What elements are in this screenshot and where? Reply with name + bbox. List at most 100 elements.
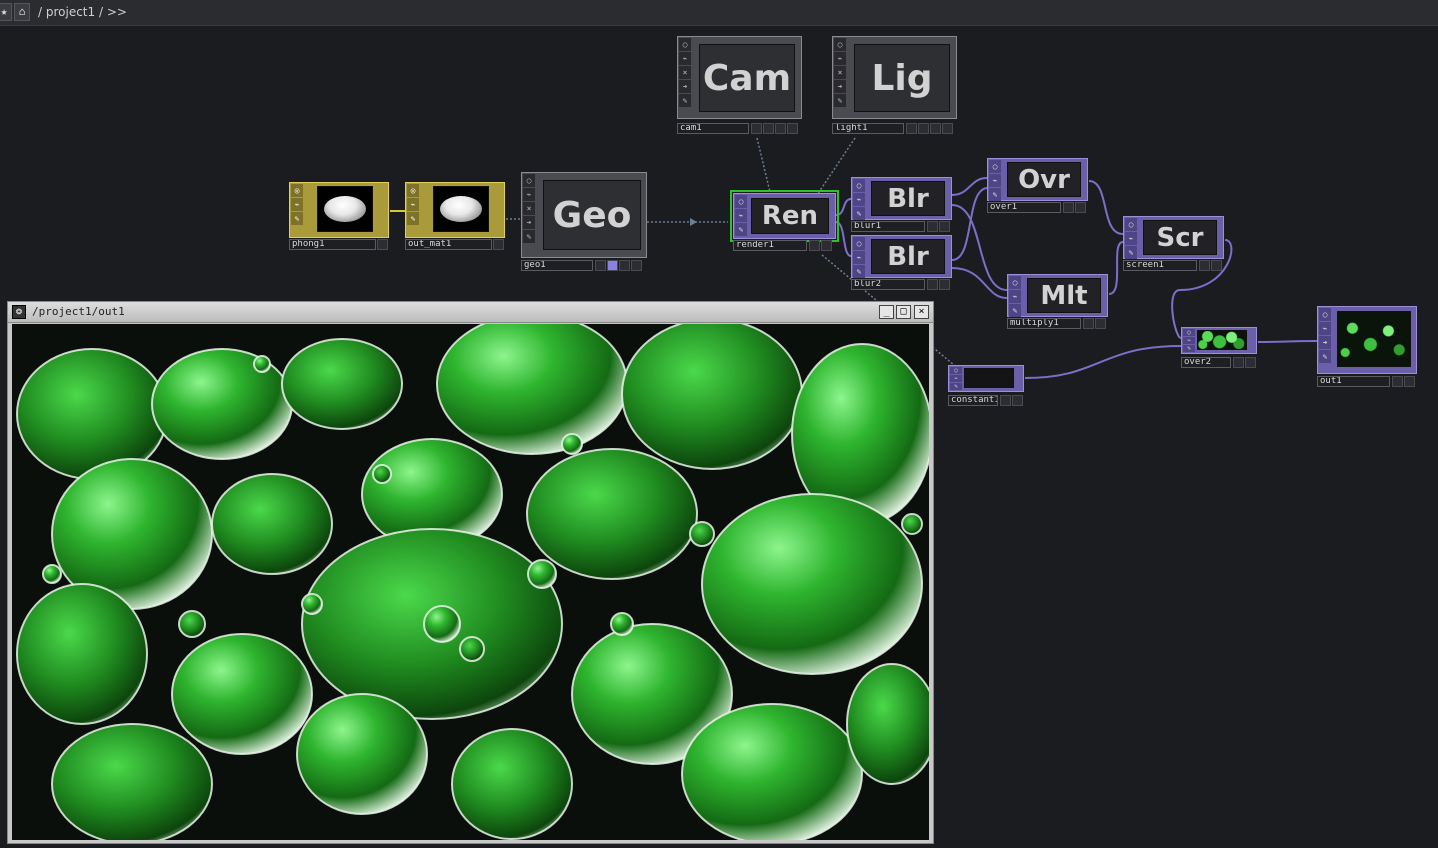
add-icon[interactable] [942,123,953,134]
display-flag-icon[interactable] [377,239,388,250]
node-label[interactable]: blur2 [851,279,925,290]
node-out1[interactable]: ○ ⌁ ➔ ✎ out1 [1317,306,1418,388]
node-blur2[interactable]: ○ ⌁ ✎ Blr blur2 [851,235,953,291]
close-button[interactable]: × [914,305,929,319]
viewer-flag-icon[interactable]: ○ [834,38,846,51]
node-label[interactable]: over1 [987,202,1061,213]
display-flag-icon[interactable] [595,260,606,271]
node-constant1[interactable]: ○ ⌁ ✎ constant1 [948,365,1025,407]
maximize-button[interactable]: □ [896,305,911,319]
node-label[interactable]: out_mat1 [405,239,492,250]
display-flag-icon[interactable] [927,279,938,290]
node-label[interactable]: render1 [733,240,807,251]
viewer-flag-icon[interactable]: ○ [1183,329,1195,336]
node-light1[interactable]: ○ ⌁ × ➔ ✎ Lig light1 [832,36,958,136]
close-icon[interactable]: × [523,202,535,215]
viewer-flag-icon[interactable]: ○ [1319,308,1331,321]
minimize-button[interactable]: _ [879,305,894,319]
pickable-flag-icon[interactable] [930,123,941,134]
wire-flag-icon[interactable]: ✎ [407,212,419,225]
node-label[interactable]: blur1 [851,221,925,232]
node-label[interactable]: light1 [832,123,904,134]
arrow-right-icon[interactable]: ➔ [834,80,846,93]
node-over1[interactable]: ○ ⌁ ✎ Ovr over1 [987,158,1089,214]
node-label[interactable]: geo1 [521,260,593,271]
add-icon[interactable] [821,240,832,251]
pickable-flag-icon[interactable] [619,260,630,271]
node-geo1[interactable]: ○ ⌁ × ➔ ✎ Geo geo1 [521,172,648,272]
bypass-flag-icon[interactable]: ⌁ [853,251,865,264]
add-icon[interactable] [1211,260,1222,271]
wire-flag-icon[interactable]: ✎ [523,230,535,243]
bypass-flag-icon[interactable]: ⌁ [1125,232,1137,245]
bypass-flag-icon[interactable]: ⌁ [291,198,303,211]
node-screen1[interactable]: ○ ⌁ ✎ Scr screen1 [1123,216,1225,272]
wire-flag-icon[interactable]: ✎ [950,383,962,390]
display-flag-icon[interactable] [927,221,938,232]
add-icon[interactable] [939,221,950,232]
arrow-right-icon[interactable]: ➔ [679,80,691,93]
viewer-flag-icon[interactable]: ○ [1009,276,1021,289]
display-flag-icon[interactable] [751,123,762,134]
node-blur1[interactable]: ○ ⌁ ✎ Blr blur1 [851,177,953,233]
node-out_mat1[interactable]: ◎ ⌁ ✎ out_mat1 [405,182,507,253]
display-flag-icon[interactable] [1392,376,1403,387]
bypass-flag-icon[interactable]: ⌁ [735,209,747,222]
bypass-flag-icon[interactable]: ⌁ [679,52,691,65]
wire-flag-icon[interactable]: ✎ [735,223,747,236]
wire-flag-icon[interactable]: ✎ [834,94,846,107]
bypass-flag-icon[interactable]: ⌁ [523,188,535,201]
viewer-flag-icon[interactable]: ○ [679,38,691,51]
viewer-flag-icon[interactable]: ○ [950,367,962,374]
display-flag-icon[interactable] [493,239,504,250]
node-phong1[interactable]: ◎ ⌁ ✎ phong1 [289,182,391,253]
render-flag-icon[interactable] [763,123,774,134]
add-icon[interactable] [1245,357,1256,368]
viewer-flag-icon[interactable]: ○ [735,195,747,208]
pickable-flag-icon[interactable] [775,123,786,134]
add-icon[interactable] [939,279,950,290]
viewer-flag-icon[interactable]: ○ [853,237,865,250]
viewer-flag-icon[interactable]: ○ [853,179,865,192]
node-label[interactable]: cam1 [677,123,749,134]
wire-flag-icon[interactable]: ✎ [291,212,303,225]
node-label[interactable]: screen1 [1123,260,1197,271]
bypass-flag-icon[interactable]: ⌁ [407,198,419,211]
render-flag-icon[interactable] [607,260,618,271]
node-multiply1[interactable]: ○ ⌁ ✎ Mlt multiply1 [1007,274,1109,330]
wire-flag-icon[interactable]: ✎ [853,265,865,278]
add-icon[interactable] [787,123,798,134]
bypass-flag-icon[interactable]: ⌁ [989,174,1001,187]
wire-flag-icon[interactable]: ✎ [1009,304,1021,317]
display-flag-icon[interactable] [1199,260,1210,271]
node-render1[interactable]: ○ ⌁ ✎ Ren render1 [730,190,839,255]
node-label[interactable]: out1 [1317,376,1390,387]
viewer-output-image[interactable] [12,324,929,840]
close-icon[interactable]: × [834,66,846,79]
viewer-flag-icon[interactable]: ◎ [407,184,419,197]
display-flag-icon[interactable] [1000,395,1011,406]
viewer-flag-icon[interactable]: ○ [523,174,535,187]
display-flag-icon[interactable] [1063,202,1074,213]
add-icon[interactable] [631,260,642,271]
bypass-flag-icon[interactable]: ⌁ [950,375,962,382]
node-over2[interactable]: ○ ⌁ ✎ over2 [1181,327,1258,369]
wire-flag-icon[interactable]: ✎ [1183,345,1195,352]
wire-flag-icon[interactable]: ✎ [1319,350,1331,363]
node-label[interactable]: phong1 [289,239,376,250]
bypass-flag-icon[interactable]: ⌁ [1183,337,1195,344]
viewer-window[interactable]: ❂ /project1/out1 _ □ × [7,301,934,844]
arrow-right-icon[interactable]: ➔ [523,216,535,229]
node-label[interactable]: over2 [1181,357,1231,368]
viewer-flag-icon[interactable]: ○ [1125,218,1137,231]
viewer-titlebar[interactable]: ❂ /project1/out1 _ □ × [8,302,933,323]
wire-flag-icon[interactable]: ✎ [853,207,865,220]
arrow-right-icon[interactable]: ➔ [1319,336,1331,349]
wire-flag-icon[interactable]: ✎ [679,94,691,107]
display-flag-icon[interactable] [809,240,820,251]
node-label[interactable]: multiply1 [1007,318,1081,329]
bypass-flag-icon[interactable]: ⌁ [1009,290,1021,303]
add-icon[interactable] [1012,395,1023,406]
display-flag-icon[interactable] [1083,318,1094,329]
bypass-flag-icon[interactable]: ⌁ [1319,322,1331,335]
